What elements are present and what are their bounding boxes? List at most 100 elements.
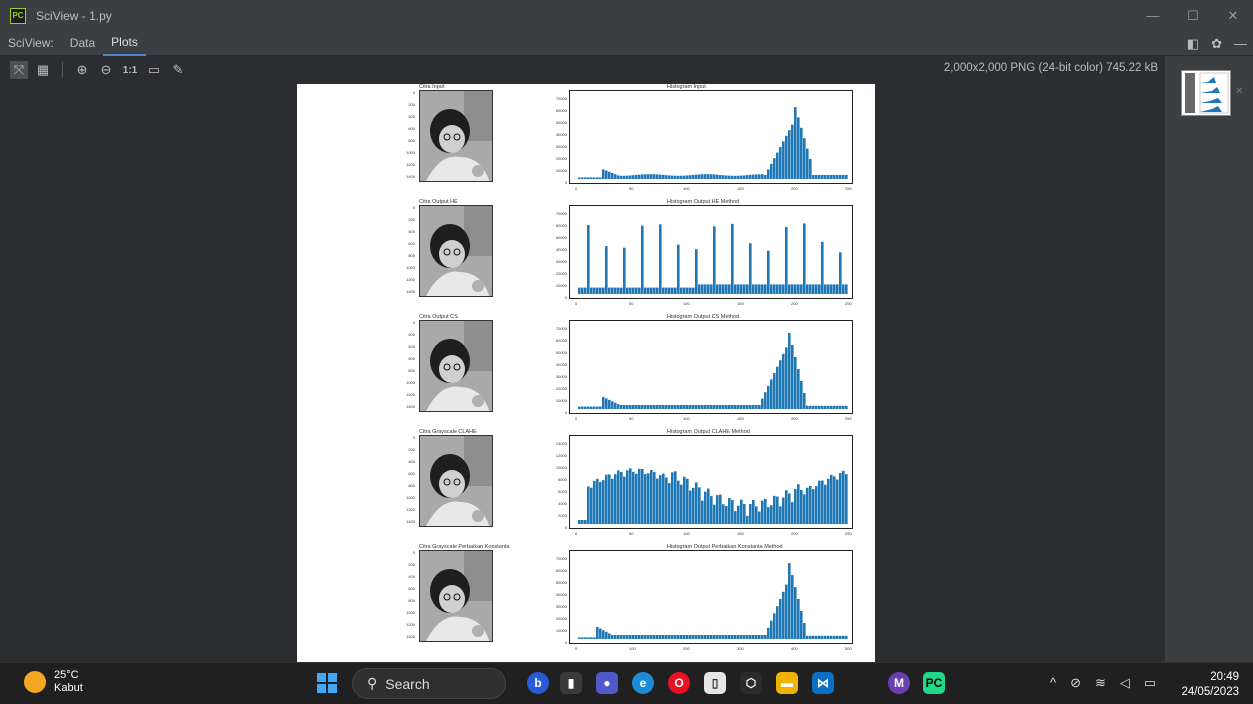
- histogram-bar: [635, 287, 638, 294]
- background-icon[interactable]: ▭: [145, 61, 163, 79]
- histogram-bar: [773, 284, 776, 294]
- histogram-bar: [740, 499, 743, 524]
- actual-size-button[interactable]: 1:1: [121, 61, 139, 79]
- histogram-bar: [770, 379, 773, 409]
- histogram-bar: [827, 284, 830, 294]
- chevron-up-icon[interactable]: ^: [1050, 675, 1056, 691]
- histogram-bar: [674, 471, 677, 524]
- y-tick-label: 1000: [406, 265, 415, 270]
- network-off-icon[interactable]: ⊘: [1070, 675, 1081, 691]
- histogram-bar: [839, 635, 842, 639]
- plot-image[interactable]: Citra Input 0 200 400 600 800 1000 1200 1400 Hist…: [297, 84, 875, 662]
- bing-icon[interactable]: b: [527, 672, 549, 694]
- edge-icon[interactable]: e: [632, 672, 654, 694]
- restore-button[interactable]: ☐: [1173, 0, 1213, 31]
- wifi-icon[interactable]: ≋: [1095, 675, 1106, 691]
- hist-x-tick-label: 150: [737, 301, 744, 306]
- y-tick-label: 400: [408, 229, 415, 234]
- histogram-bar: [701, 174, 704, 179]
- histogram-bar: [836, 175, 839, 179]
- histogram-bar: [587, 486, 590, 524]
- layout-icon[interactable]: ◧: [1187, 36, 1199, 52]
- histogram-bar: [581, 406, 584, 409]
- hist-y-tick-label: 70000: [555, 96, 567, 101]
- hist-y-tick-label: 30000: [555, 144, 567, 149]
- hist-y-tick-label: 70000: [555, 556, 567, 561]
- histogram-bar: [728, 284, 731, 294]
- histogram-bar: [728, 405, 731, 409]
- fit-icon[interactable]: ⤧: [10, 61, 28, 79]
- histogram-bar: [695, 635, 698, 639]
- plot-thumbnail[interactable]: [1181, 70, 1231, 116]
- vscode-icon[interactable]: ⋈: [812, 672, 834, 694]
- close-button[interactable]: ✕: [1213, 0, 1253, 31]
- histogram-bar: [791, 124, 794, 179]
- plot-row: Citra Grayscale Perbaikan Konstanta 0 200 4…: [297, 544, 875, 660]
- start-button[interactable]: [317, 673, 337, 693]
- histogram-bar: [743, 635, 746, 639]
- y-tick-label: 600: [408, 586, 415, 591]
- histogram-bar: [590, 177, 593, 179]
- histogram-bar: [737, 505, 740, 524]
- chrome-profile-icon[interactable]: M: [888, 672, 910, 694]
- histogram-bar: [668, 635, 671, 639]
- pycharm-taskbar-icon[interactable]: PC: [923, 672, 945, 694]
- histogram-bar: [605, 398, 608, 409]
- gear-icon[interactable]: ✿: [1211, 36, 1222, 52]
- zoom-in-icon[interactable]: ⊕: [73, 61, 91, 79]
- hist-y-tick-label: 50000: [555, 350, 567, 355]
- histogram-bar: [749, 174, 752, 179]
- histogram-bar: [662, 405, 665, 409]
- y-tick-label: 600: [408, 126, 415, 131]
- file-explorer-icon[interactable]: ▬: [776, 672, 798, 694]
- histogram-bar: [680, 484, 683, 524]
- histogram-bar: [800, 489, 803, 524]
- close-thumbnail-icon[interactable]: ✕: [1235, 86, 1243, 97]
- histogram-bar: [737, 405, 740, 409]
- tab-data[interactable]: Data: [62, 31, 103, 56]
- y-tick-label: 1200: [406, 622, 415, 627]
- file-icon[interactable]: ▯: [704, 672, 726, 694]
- histogram-bar: [833, 175, 836, 179]
- battery-icon[interactable]: ▭: [1144, 675, 1156, 691]
- histogram-bar: [692, 405, 695, 409]
- histogram-bar: [677, 244, 680, 294]
- grid-icon[interactable]: ▦: [34, 61, 52, 79]
- hist-y-tick-label: 14000: [555, 441, 567, 446]
- y-tick-label: 1400: [406, 519, 415, 524]
- search-box[interactable]: ⚲ Search: [352, 668, 506, 699]
- histogram-bar: [731, 175, 734, 179]
- histogram-bar: [761, 398, 764, 409]
- hist-x-tick-label: 300: [737, 646, 744, 651]
- minimize-button[interactable]: —: [1133, 0, 1173, 31]
- y-tick-label: 0: [412, 320, 415, 325]
- histogram-bar: [788, 284, 791, 294]
- chat-icon[interactable]: ●: [596, 672, 618, 694]
- histogram-bar: [707, 405, 710, 409]
- zoom-out-icon[interactable]: ⊖: [97, 61, 115, 79]
- histogram-bar: [674, 405, 677, 409]
- grayscale-photo: [419, 205, 493, 297]
- histogram-bar: [833, 284, 836, 294]
- task-view-icon[interactable]: ▮: [560, 672, 582, 694]
- histogram-bar: [632, 175, 635, 179]
- plot-canvas[interactable]: Citra Input 0 200 400 600 800 1000 1200 1400 Hist…: [0, 84, 1165, 662]
- histogram-bar: [644, 635, 647, 639]
- y-tick-label: 1000: [406, 380, 415, 385]
- clock[interactable]: 20:49 24/05/2023: [1181, 670, 1239, 700]
- hist-y-tick-label: 0: [564, 295, 567, 300]
- histogram-bar: [755, 506, 758, 524]
- histogram-bar: [764, 175, 767, 179]
- tab-plots[interactable]: Plots: [103, 31, 146, 56]
- settings-cube-icon[interactable]: ⬡: [740, 672, 762, 694]
- volume-icon[interactable]: ◁: [1120, 675, 1130, 691]
- opera-icon[interactable]: O: [668, 672, 690, 694]
- histogram-bar: [686, 287, 689, 294]
- weather-widget[interactable]: 25°C Kabut: [24, 669, 83, 695]
- histogram-bar: [839, 175, 842, 179]
- histogram-bar: [755, 174, 758, 179]
- hide-panel-icon[interactable]: —: [1234, 36, 1247, 51]
- histogram-bar: [668, 175, 671, 179]
- color-picker-icon[interactable]: ✎: [169, 61, 187, 79]
- histogram-bar: [617, 287, 620, 294]
